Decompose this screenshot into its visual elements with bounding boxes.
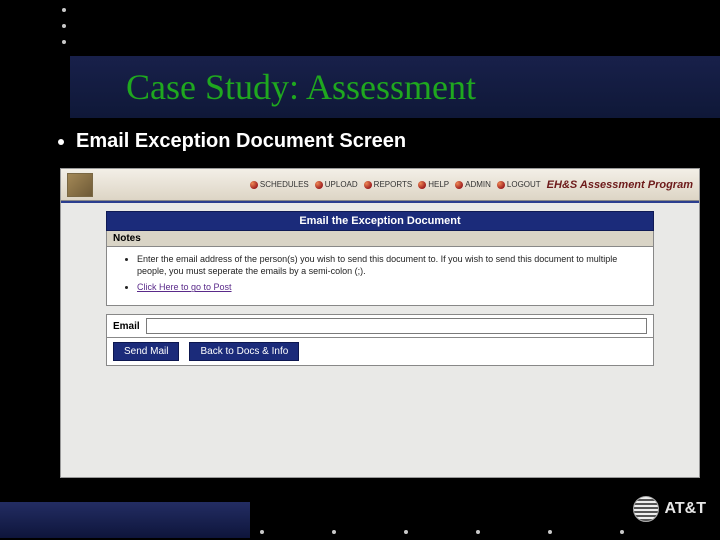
title-bar: Case Study: Assessment	[70, 56, 720, 118]
dot-icon	[364, 181, 372, 189]
decorative-dots-top	[62, 8, 66, 44]
footer-accent	[0, 502, 250, 538]
nav-schedules[interactable]: SCHEDULES	[250, 180, 309, 189]
panel-banner: Email the Exception Document	[106, 211, 654, 231]
email-input[interactable]	[146, 318, 647, 334]
app-header: SCHEDULES UPLOAD REPORTS HELP ADMIN LOGO…	[61, 169, 699, 201]
dot-icon	[497, 181, 505, 189]
back-button[interactable]: Back to Docs & Info	[189, 342, 299, 361]
bullet-icon	[58, 139, 64, 145]
form-panel: Email the Exception Document Notes Enter…	[106, 211, 654, 366]
dot-icon	[250, 181, 258, 189]
nav-upload[interactable]: UPLOAD	[315, 180, 358, 189]
slide-subtitle: Email Exception Document Screen	[76, 130, 406, 153]
note-instruction: Enter the email address of the person(s)…	[137, 253, 645, 277]
dot-icon	[455, 181, 463, 189]
dot-icon	[418, 181, 426, 189]
content-area: Email the Exception Document Notes Enter…	[61, 203, 699, 376]
nav-logout[interactable]: LOGOUT	[497, 180, 541, 189]
nav-menu: SCHEDULES UPLOAD REPORTS HELP ADMIN LOGO…	[250, 180, 541, 189]
dot-icon	[315, 181, 323, 189]
brand-logo: AT&T	[633, 496, 706, 522]
app-window: SCHEDULES UPLOAD REPORTS HELP ADMIN LOGO…	[60, 168, 700, 478]
notes-header: Notes	[106, 231, 654, 247]
email-label: Email	[113, 321, 140, 332]
brand-text: AT&T	[665, 500, 706, 518]
slide-title: Case Study: Assessment	[70, 56, 720, 108]
note-link-item: Click Here to go to Post	[137, 281, 645, 293]
nav-help[interactable]: HELP	[418, 180, 449, 189]
notes-body: Enter the email address of the person(s)…	[106, 247, 654, 306]
program-title: EH&S Assessment Program	[547, 179, 693, 191]
post-link[interactable]: Click Here to go to Post	[137, 282, 232, 292]
subtitle-row: Email Exception Document Screen	[58, 130, 406, 153]
decorative-dots-bottom	[260, 530, 624, 534]
nav-reports[interactable]: REPORTS	[364, 180, 413, 189]
send-mail-button[interactable]: Send Mail	[113, 342, 179, 361]
email-row: Email	[106, 314, 654, 338]
button-row: Send Mail Back to Docs & Info	[106, 338, 654, 366]
globe-icon	[633, 496, 659, 522]
nav-admin[interactable]: ADMIN	[455, 180, 491, 189]
app-logo-icon	[67, 173, 93, 197]
